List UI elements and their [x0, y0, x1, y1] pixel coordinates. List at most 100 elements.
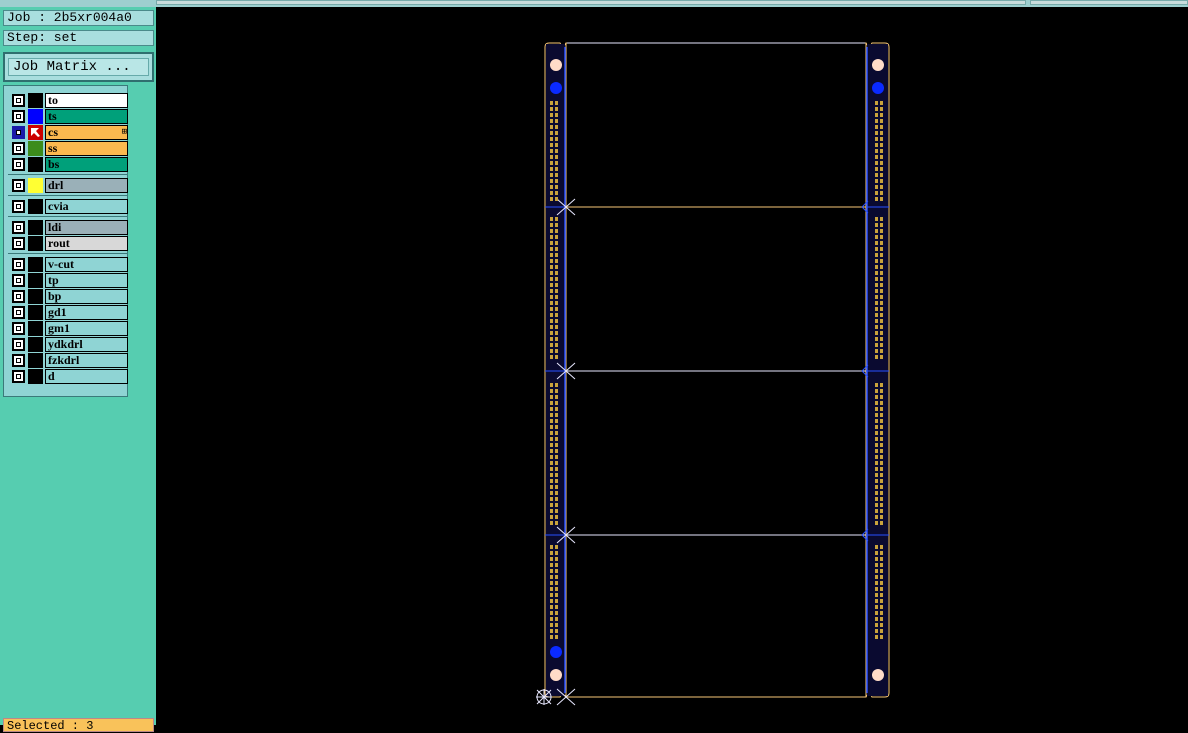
pad-left — [550, 491, 553, 495]
layer-color-swatch[interactable] — [28, 141, 43, 156]
layer-checkbox[interactable] — [12, 179, 25, 192]
pad-right — [875, 419, 878, 423]
layer-row-to[interactable]: to — [10, 93, 129, 108]
job-matrix-button[interactable]: Job Matrix ... — [3, 52, 154, 82]
layer-row-ydkdrl[interactable]: ydkdrl — [10, 337, 129, 352]
layer-color-swatch[interactable] — [28, 93, 43, 108]
pad-left — [550, 137, 553, 141]
top-scrollbar[interactable] — [0, 0, 1188, 7]
layer-color-swatch[interactable] — [28, 236, 43, 251]
layer-row-gm1[interactable]: gm1 — [10, 321, 129, 336]
pad-right — [875, 173, 878, 177]
layer-row-ts[interactable]: ts — [10, 109, 129, 124]
layer-checkbox[interactable] — [12, 306, 25, 319]
layer-name[interactable]: v-cut — [45, 257, 128, 272]
pad-left — [550, 497, 553, 501]
layer-row-gd1[interactable]: gd1 — [10, 305, 129, 320]
layer-checkbox[interactable] — [12, 290, 25, 303]
pad-right — [875, 455, 878, 459]
pad-right — [880, 191, 883, 195]
pad-right — [880, 491, 883, 495]
origin-cross — [536, 689, 552, 705]
layer-name[interactable]: to — [45, 93, 128, 108]
layer-checkbox[interactable] — [12, 94, 25, 107]
layer-row-cvia[interactable]: cvia — [10, 199, 129, 214]
layer-row-fzkdrl[interactable]: fzkdrl — [10, 353, 129, 368]
pad-right — [880, 443, 883, 447]
pad-right — [880, 155, 883, 159]
layer-checkbox[interactable] — [12, 354, 25, 367]
layer-color-swatch[interactable] — [28, 125, 43, 140]
layer-checkbox[interactable] — [12, 142, 25, 155]
pad-left — [550, 455, 553, 459]
layer-row-tp[interactable]: tp — [10, 273, 129, 288]
pad-right — [875, 223, 878, 227]
layer-checkbox[interactable] — [12, 221, 25, 234]
layer-checkbox[interactable] — [12, 237, 25, 250]
layer-color-swatch[interactable] — [28, 305, 43, 320]
pad-right — [875, 431, 878, 435]
layer-name[interactable]: ss — [45, 141, 128, 156]
pad-left — [550, 143, 553, 147]
layer-checkbox[interactable] — [12, 274, 25, 287]
layer-name[interactable]: ts — [45, 109, 128, 124]
board-canvas[interactable] — [156, 7, 1188, 725]
pad-right — [880, 605, 883, 609]
layer-name[interactable]: bs — [45, 157, 128, 172]
layer-name[interactable]: ldi — [45, 220, 128, 235]
layer-name[interactable]: drl — [45, 178, 128, 193]
pad-right — [880, 413, 883, 417]
layer-color-swatch[interactable] — [28, 353, 43, 368]
layer-color-swatch[interactable] — [28, 220, 43, 235]
layer-checkbox[interactable] — [12, 126, 25, 139]
pad-right — [880, 467, 883, 471]
pad-right — [880, 587, 883, 591]
layer-row-cs[interactable]: cs ⊞ — [10, 125, 129, 140]
pad-left — [555, 575, 558, 579]
layer-row-drl[interactable]: drl — [10, 178, 129, 193]
pad-right — [880, 473, 883, 477]
pad-right — [875, 407, 878, 411]
layer-row-rout[interactable]: rout — [10, 236, 129, 251]
pad-left — [555, 331, 558, 335]
layer-name[interactable]: cvia — [45, 199, 128, 214]
layer-color-swatch[interactable] — [28, 178, 43, 193]
layer-row-v-cut[interactable]: v-cut — [10, 257, 129, 272]
layer-color-swatch[interactable] — [28, 157, 43, 172]
layer-color-swatch[interactable] — [28, 199, 43, 214]
layer-name[interactable]: tp — [45, 273, 128, 288]
layer-name[interactable]: gd1 — [45, 305, 128, 320]
layer-row-bs[interactable]: bs — [10, 157, 129, 172]
pad-right — [880, 419, 883, 423]
layer-name[interactable]: cs — [45, 125, 128, 140]
layer-name[interactable]: bp — [45, 289, 128, 304]
pad-right — [880, 259, 883, 263]
layer-name[interactable]: fzkdrl — [45, 353, 128, 368]
layer-color-swatch[interactable] — [28, 257, 43, 272]
layer-checkbox[interactable] — [12, 322, 25, 335]
layer-checkbox[interactable] — [12, 338, 25, 351]
horizontal-scroll-track[interactable] — [156, 0, 1026, 5]
layer-row-ldi[interactable]: ldi — [10, 220, 129, 235]
layer-color-swatch[interactable] — [28, 321, 43, 336]
layer-color-swatch[interactable] — [28, 273, 43, 288]
pad-right — [880, 599, 883, 603]
layer-name[interactable]: gm1 — [45, 321, 128, 336]
layer-name[interactable]: rout — [45, 236, 128, 251]
layer-row-d[interactable]: d — [10, 369, 129, 384]
layer-checkbox[interactable] — [12, 200, 25, 213]
layer-color-swatch[interactable] — [28, 109, 43, 124]
layer-row-ss[interactable]: ss — [10, 141, 129, 156]
pad-right — [875, 283, 878, 287]
pad-left — [550, 241, 553, 245]
layer-color-swatch[interactable] — [28, 337, 43, 352]
layer-checkbox[interactable] — [12, 110, 25, 123]
layer-color-swatch[interactable] — [28, 369, 43, 384]
layer-name[interactable]: d — [45, 369, 128, 384]
layer-checkbox[interactable] — [12, 370, 25, 383]
layer-color-swatch[interactable] — [28, 289, 43, 304]
layer-checkbox[interactable] — [12, 158, 25, 171]
layer-checkbox[interactable] — [12, 258, 25, 271]
layer-name[interactable]: ydkdrl — [45, 337, 128, 352]
layer-row-bp[interactable]: bp — [10, 289, 129, 304]
